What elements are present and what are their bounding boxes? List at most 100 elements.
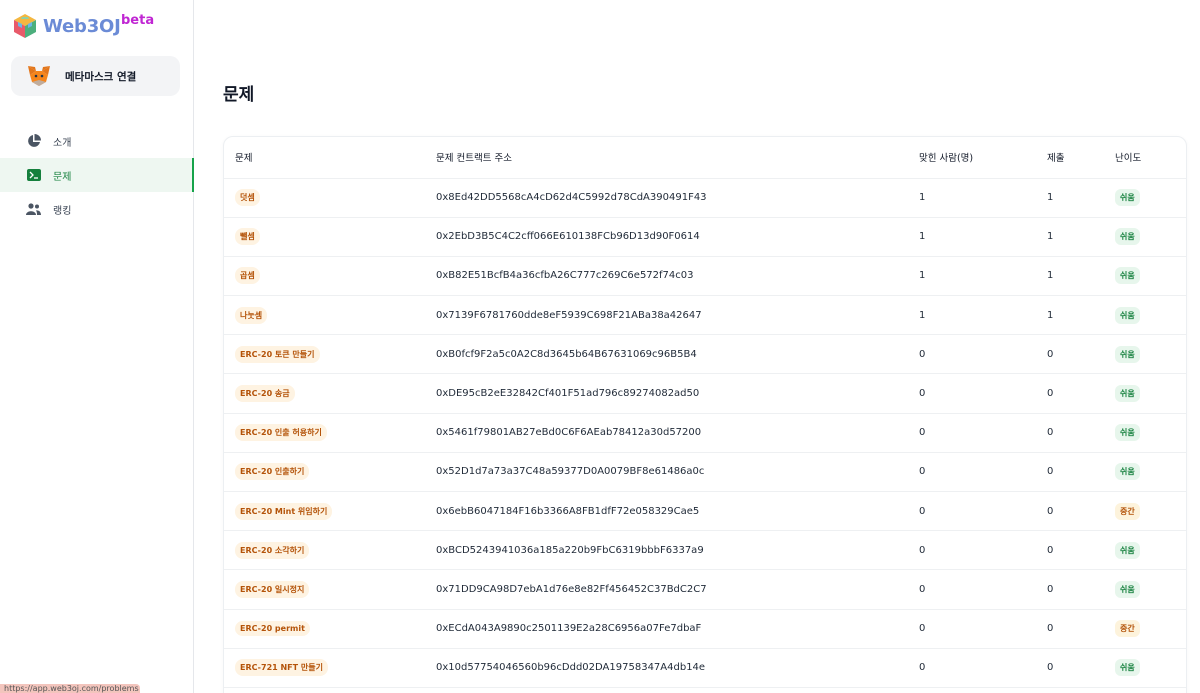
submission-count: 0 <box>1047 609 1115 649</box>
submission-count: 1 <box>1047 217 1115 257</box>
sidebar-item-ranking[interactable]: 랭킹 <box>0 192 194 226</box>
solved-count: 1 <box>919 295 1047 336</box>
sidebar-nav: 소개 문제 랭킹 <box>0 124 194 226</box>
difficulty-badge: 중간 <box>1115 502 1140 520</box>
page-title: 문제 <box>223 85 255 105</box>
solved-count: 1 <box>919 178 1047 218</box>
problem-name-link[interactable]: ERC-20 일시정지 <box>235 580 310 598</box>
problem-name-link[interactable]: ERC-721 NFT 만들기 <box>235 659 328 677</box>
difficulty-badge: 쉬움 <box>1115 385 1140 403</box>
sidebar-item-label: 소개 <box>53 137 72 149</box>
sidebar-item-label: 문제 <box>53 171 72 183</box>
difficulty-cell: 쉬움 <box>1115 648 1186 688</box>
difficulty-badge: 쉬움 <box>1115 541 1140 559</box>
problem-name-link[interactable]: ERC-20 인출하기 <box>235 463 310 481</box>
column-header-address[interactable]: 문제 컨트랙트 주소 <box>436 137 919 179</box>
problem-name-link[interactable]: ERC-20 permit <box>235 621 310 637</box>
table-row[interactable]: ERC-20 일시정지 0x71DD9CA98D7ebA1d76e8e82Ff45… <box>224 569 1186 610</box>
submission-count: 0 <box>1047 569 1115 610</box>
connect-metamask-label: 메타마스크 연결 <box>65 70 137 83</box>
column-header-solved[interactable]: 맞힌 사람(명) <box>919 137 1047 179</box>
difficulty-badge: 쉬움 <box>1115 580 1140 598</box>
solved-count: 0 <box>919 648 1047 688</box>
difficulty-cell: 쉬움 <box>1115 334 1186 375</box>
problem-name-link[interactable]: 덧셈 <box>235 189 260 207</box>
problem-cell: ERC-20 Mint 위임하기 <box>224 491 436 532</box>
submission-count: 0 <box>1047 491 1115 532</box>
problem-cell: 뺄셈 <box>224 217 436 257</box>
solved-count: 0 <box>919 491 1047 532</box>
problem-cell: 나눗셈 <box>224 295 436 336</box>
difficulty-badge: 쉬움 <box>1115 463 1140 481</box>
contract-address: 0x2EbD3B5C4C2cff066E610138FCb96D13d90F06… <box>436 217 919 257</box>
problem-name-link[interactable]: 나눗셈 <box>235 306 268 324</box>
submission-count: 0 <box>1047 452 1115 493</box>
column-header-problem[interactable]: 문제 <box>224 137 436 179</box>
beta-badge: beta <box>121 13 155 28</box>
problems-table: 문제 문제 컨트랙트 주소 맞힌 사람(명) 제출 난이도 덧셈 0x8Ed42D… <box>224 137 1186 688</box>
solved-count: 1 <box>919 256 1047 297</box>
connect-metamask-button[interactable]: 메타마스크 연결 <box>11 56 180 96</box>
difficulty-badge: 쉬움 <box>1115 306 1140 324</box>
problem-name-link[interactable]: 뺄셈 <box>235 228 260 246</box>
table-row[interactable]: 나눗셈 0x7139F6781760dde8eF5939C698F21ABa38a… <box>224 295 1186 336</box>
metamask-fox-icon <box>28 66 50 86</box>
table-row[interactable]: ERC-20 Mint 위임하기 0x6ebB6047184F16b3366A8F… <box>224 491 1186 532</box>
table-row[interactable]: 뺄셈 0x2EbD3B5C4C2cff066E610138FCb96D13d90F… <box>224 217 1186 257</box>
contract-address: 0x10d57754046560b96cDdd02DA19758347A4db1… <box>436 648 919 688</box>
submission-count: 0 <box>1047 530 1115 571</box>
difficulty-cell: 쉬움 <box>1115 256 1186 297</box>
solved-count: 0 <box>919 452 1047 493</box>
table-row[interactable]: 덧셈 0x8Ed42DD5568cA4cD62d4C5992d78CdA39049… <box>224 178 1186 218</box>
contract-address: 0x8Ed42DD5568cA4cD62d4C5992d78CdA390491F… <box>436 178 919 218</box>
difficulty-cell: 쉬움 <box>1115 217 1186 257</box>
table-row[interactable]: ERC-20 송금 0xDE95cB2eE32842Cf401F51ad796c8… <box>224 373 1186 414</box>
pie-chart-icon <box>26 134 41 149</box>
brand-name: Web3OJ <box>43 15 121 37</box>
difficulty-badge: 쉬움 <box>1115 189 1140 207</box>
table-row[interactable]: ERC-20 인출하기 0x52D1d7a73a37C48a59377D0A007… <box>224 452 1186 493</box>
contract-address: 0x7139F6781760dde8eF5939C698F21ABa38a426… <box>436 295 919 336</box>
problem-cell: ERC-20 소각하기 <box>224 530 436 571</box>
sidebar: Web3OJ beta 메타마스크 연결 소개 문제 랭킹 https://ap… <box>0 0 194 693</box>
problem-name-link[interactable]: 곱셈 <box>235 267 260 285</box>
solved-count: 0 <box>919 569 1047 610</box>
cube-logo-icon <box>14 14 36 38</box>
table-row[interactable]: 곱셈 0xB82E51BcfB4a36cfbA26C777c269C6e572f7… <box>224 256 1186 297</box>
column-header-submits[interactable]: 제출 <box>1047 137 1115 179</box>
sidebar-item-problems[interactable]: 문제 <box>0 158 194 192</box>
sidebar-item-intro[interactable]: 소개 <box>0 124 194 158</box>
problem-name-link[interactable]: ERC-20 송금 <box>235 385 295 403</box>
contract-address: 0xB0fcf9F2a5c0A2C8d3645b64B67631069c96B5… <box>436 334 919 375</box>
table-row[interactable]: ERC-721 NFT 만들기 0x10d57754046560b96cDdd02… <box>224 648 1186 688</box>
problem-cell: ERC-20 인출 허용하기 <box>224 413 436 453</box>
problems-table-card: 문제 문제 컨트랙트 주소 맞힌 사람(명) 제출 난이도 덧셈 0x8Ed42D… <box>223 136 1187 693</box>
status-bar-url: https://app.web3oj.com/problems <box>0 684 140 693</box>
submission-count: 0 <box>1047 334 1115 375</box>
difficulty-badge: 쉬움 <box>1115 267 1140 285</box>
table-row[interactable]: ERC-20 인출 허용하기 0x5461f79801AB27eBd0C6F6AE… <box>224 413 1186 453</box>
solved-count: 0 <box>919 530 1047 571</box>
contract-address: 0xBCD5243941036a185a220b9FbC6319bbbF6337… <box>436 530 919 571</box>
brand-logo[interactable]: Web3OJ beta <box>13 12 154 40</box>
difficulty-cell: 중간 <box>1115 609 1186 649</box>
problem-name-link[interactable]: ERC-20 Mint 위임하기 <box>235 502 333 520</box>
contract-address: 0xB82E51BcfB4a36cfbA26C777c269C6e572f74c… <box>436 256 919 297</box>
difficulty-cell: 쉬움 <box>1115 295 1186 336</box>
table-row[interactable]: ERC-20 토큰 만들기 0xB0fcf9F2a5c0A2C8d3645b64B… <box>224 334 1186 375</box>
solved-count: 0 <box>919 413 1047 453</box>
column-header-difficulty[interactable]: 난이도 <box>1115 137 1186 179</box>
table-row[interactable]: ERC-20 permit 0xECdA043A9890c2501139E2a28… <box>224 609 1186 649</box>
difficulty-badge: 쉬움 <box>1115 424 1140 442</box>
problem-cell: ERC-20 토큰 만들기 <box>224 334 436 375</box>
difficulty-cell: 쉬움 <box>1115 373 1186 414</box>
problem-name-link[interactable]: ERC-20 소각하기 <box>235 541 310 559</box>
problem-name-link[interactable]: ERC-20 토큰 만들기 <box>235 345 320 363</box>
solved-count: 0 <box>919 373 1047 414</box>
difficulty-cell: 쉬움 <box>1115 569 1186 610</box>
submission-count: 0 <box>1047 648 1115 688</box>
table-header-row: 문제 문제 컨트랙트 주소 맞힌 사람(명) 제출 난이도 <box>224 137 1186 179</box>
problem-name-link[interactable]: ERC-20 인출 허용하기 <box>235 424 327 442</box>
submission-count: 1 <box>1047 256 1115 297</box>
table-row[interactable]: ERC-20 소각하기 0xBCD5243941036a185a220b9FbC6… <box>224 530 1186 571</box>
